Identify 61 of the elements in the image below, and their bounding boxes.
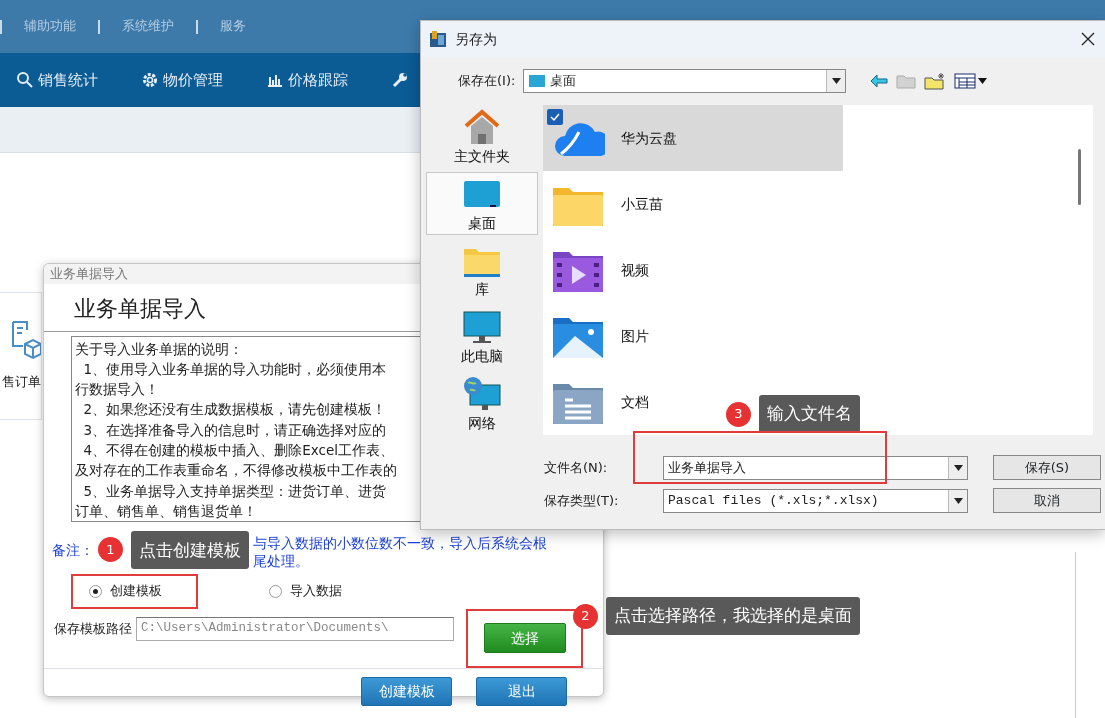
wrench-icon <box>391 71 409 89</box>
place-item[interactable]: 网络 <box>426 372 538 435</box>
note-text: 尾处理。 <box>253 551 310 570</box>
new-folder-icon[interactable] <box>924 72 947 90</box>
callout-tooltip: 点击选择路径，我选择的是桌面 <box>606 597 860 635</box>
dialog-button[interactable]: 保存(S) <box>993 455 1101 480</box>
checkbox-icon <box>547 109 563 125</box>
nav-item[interactable]: 物价管理 <box>163 68 223 92</box>
dropdown-arrow-icon[interactable] <box>831 78 841 84</box>
house-icon <box>462 107 502 146</box>
filename-field[interactable]: 业务单据导入 <box>663 455 968 480</box>
scrollbar-thumb[interactable] <box>1078 149 1081 205</box>
note-text: 与导入数据的小数位数不一致，导入后系统会根 <box>253 533 547 552</box>
file-type-dropdown[interactable]: Pascal files (*.xls;*.xlsx) <box>663 488 968 513</box>
field-label: 保存在(I): <box>458 72 516 91</box>
instruction-line: 1、使用导入业务单据的导入功能时，必须使用本 <box>82 359 388 379</box>
desktop-icon <box>528 74 547 88</box>
gear-icon <box>141 71 159 89</box>
step-number: 1 <box>98 537 123 562</box>
network-icon <box>462 375 502 413</box>
dropdown-arrow-icon[interactable] <box>953 464 963 471</box>
path-field[interactable]: C:\Users\Administrator\Documents\ <box>136 616 454 641</box>
step-number: 3 <box>726 401 751 427</box>
field-label: 保存模板路径 <box>54 619 132 638</box>
place-item[interactable]: 主文件夹 <box>426 105 538 168</box>
dropdown-arrow-icon[interactable] <box>953 497 963 504</box>
dialog-button[interactable]: 创建模板 <box>361 676 452 706</box>
radio-button[interactable] <box>269 584 282 598</box>
nav-item[interactable]: 销售统计 <box>38 68 98 92</box>
instruction-line: 及对存在的工作表重命名，不得修改模板中工作表的 <box>75 461 398 481</box>
view-menu-icon[interactable] <box>954 73 989 89</box>
tile-label: 售订单 <box>2 373 41 392</box>
radio-button[interactable] <box>89 584 102 598</box>
close-icon[interactable] <box>1081 32 1095 46</box>
instruction-line: 4、不得在创建的模板中插入、删除Excel工作表、 <box>82 441 395 460</box>
note-label: 备注： <box>52 540 94 559</box>
nav-item[interactable]: 价格跟踪 <box>288 68 348 92</box>
place-item[interactable]: 桌面 <box>426 171 538 235</box>
search-icon <box>16 71 34 89</box>
instruction-line: 2、如果您还没有生成数据模板，请先创建模板！ <box>82 400 388 420</box>
instruction-line: 行数据导入！ <box>75 380 160 400</box>
radio-label[interactable]: 创建模板 <box>110 581 162 601</box>
file-item[interactable]: 华为云盘 <box>543 105 843 171</box>
app-tile[interactable]: 售订单 <box>0 292 42 420</box>
field-label: 保存类型(T): <box>544 491 620 510</box>
instruction-line: 3、在选择准备导入的信息时，请正确选择对应的 <box>82 420 388 440</box>
back-icon[interactable] <box>870 74 889 88</box>
callout-tooltip: 输入文件名 <box>759 395 860 433</box>
callout-tooltip: 点击创建模板 <box>131 530 249 569</box>
app-icon <box>429 30 447 48</box>
field-label: 文件名(N): <box>544 458 609 477</box>
instruction-line: 关于导入业务单据的说明： <box>75 339 244 359</box>
radio-label[interactable]: 导入数据 <box>290 581 342 601</box>
dialog-button[interactable]: 取消 <box>993 488 1101 513</box>
dropdown-value: 桌面 <box>550 72 578 91</box>
dialog-button[interactable]: 退出 <box>476 676 567 706</box>
location-dropdown[interactable]: 桌面 <box>523 69 847 93</box>
instruction-line: 5、业务单据导入支持单据类型：进货订单、进货 <box>82 481 388 501</box>
window-title: 另存为 <box>455 29 497 49</box>
instruction-line: 订单、销售单、销售退货单！ <box>75 501 258 521</box>
file-item[interactable]: 小豆苗 <box>543 171 843 237</box>
